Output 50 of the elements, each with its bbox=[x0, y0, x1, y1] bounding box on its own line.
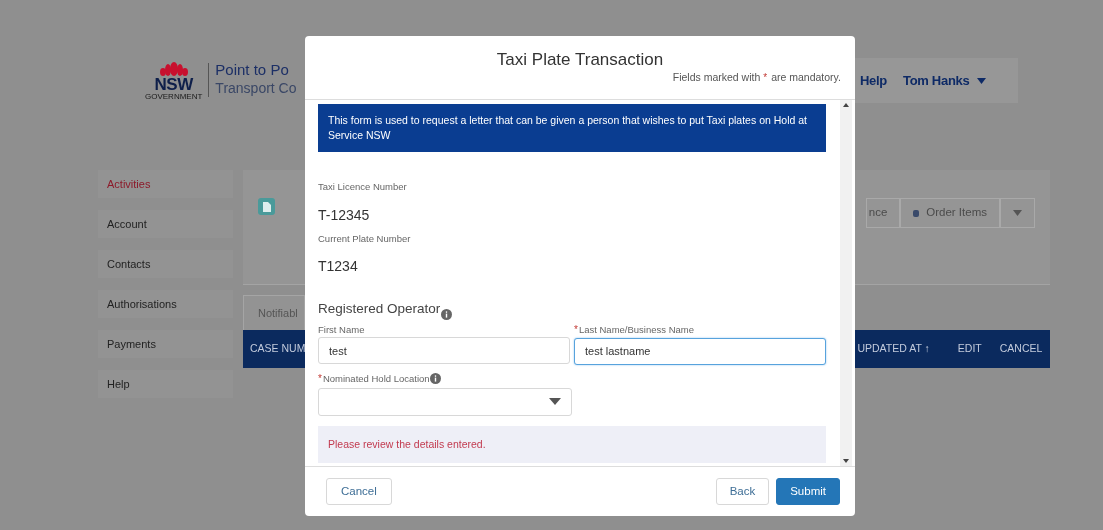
section-title: Registered Operator bbox=[318, 300, 441, 319]
caret-icon bbox=[549, 398, 561, 406]
column-header[interactable]: EDIT bbox=[957, 341, 982, 357]
scroll-down-icon bbox=[843, 459, 849, 463]
field-label: First Name bbox=[318, 324, 365, 335]
sidebar-item[interactable]: Authorisations bbox=[98, 290, 233, 318]
action-button[interactable]: nce bbox=[865, 198, 901, 228]
info-banner: This form is used to request a letter that can be given a person that wishes to put Taxi plates on Hold at Service NSW bbox=[318, 104, 826, 153]
sidebar-item[interactable]: Activities bbox=[98, 170, 233, 198]
field-label: Nominated Hold Location bbox=[322, 374, 430, 384]
action-button[interactable]: Order Items bbox=[900, 198, 1000, 228]
logo-mark: NSW bbox=[154, 75, 193, 93]
field-label: Current Plate Number bbox=[318, 233, 412, 244]
sidebar-item[interactable]: Contacts bbox=[98, 250, 233, 278]
column-header[interactable]: UPDATED AT ↑ bbox=[857, 341, 930, 357]
sidebar-item[interactable]: Help bbox=[98, 370, 233, 398]
info-icon bbox=[429, 372, 441, 384]
modal-title: Taxi Plate Transaction bbox=[496, 50, 664, 71]
field-label: Taxi Licence Number bbox=[318, 182, 408, 192]
scrollbar[interactable] bbox=[840, 100, 852, 466]
modal-button[interactable]: Cancel bbox=[326, 478, 392, 505]
mandatory-note: are mandatory. bbox=[771, 70, 841, 86]
column-header[interactable]: CASE NUM bbox=[250, 341, 306, 357]
required-mark: * bbox=[574, 324, 578, 335]
sidebar-item[interactable]: Account bbox=[98, 210, 233, 238]
logo-subtext: GOVERNMENT bbox=[145, 92, 203, 102]
text-input[interactable]: test lastname bbox=[574, 337, 826, 365]
cylinder-icon bbox=[913, 209, 920, 217]
field-label: Last Name/Business Name bbox=[578, 325, 694, 335]
error-message: Please review the details entered. bbox=[318, 425, 826, 464]
text-input[interactable]: test bbox=[318, 337, 570, 365]
sidebar-item[interactable]: Payments bbox=[98, 330, 233, 358]
mandatory-note: Fields marked with bbox=[672, 70, 761, 86]
caret-icon bbox=[977, 77, 987, 84]
logo-title: Point to Po bbox=[215, 62, 290, 78]
caret-icon bbox=[1013, 210, 1022, 216]
select-field[interactable] bbox=[318, 387, 572, 416]
modal-button[interactable]: Submit bbox=[776, 478, 840, 505]
required-mark: * bbox=[318, 373, 322, 384]
info-icon bbox=[441, 308, 453, 320]
nav-link[interactable]: Help bbox=[860, 70, 887, 91]
column-header[interactable]: CANCEL bbox=[999, 341, 1043, 357]
field-value: T-12345 bbox=[318, 207, 371, 222]
user-menu[interactable]: Tom Hanks bbox=[903, 70, 987, 91]
required-mark: * bbox=[763, 73, 768, 84]
field-value: T1234 bbox=[318, 259, 359, 274]
dropdown-button[interactable] bbox=[1000, 198, 1035, 228]
document-icon bbox=[258, 198, 275, 215]
logo-subtitle: Transport Co bbox=[215, 78, 297, 98]
modal-button[interactable]: Back bbox=[715, 478, 770, 505]
